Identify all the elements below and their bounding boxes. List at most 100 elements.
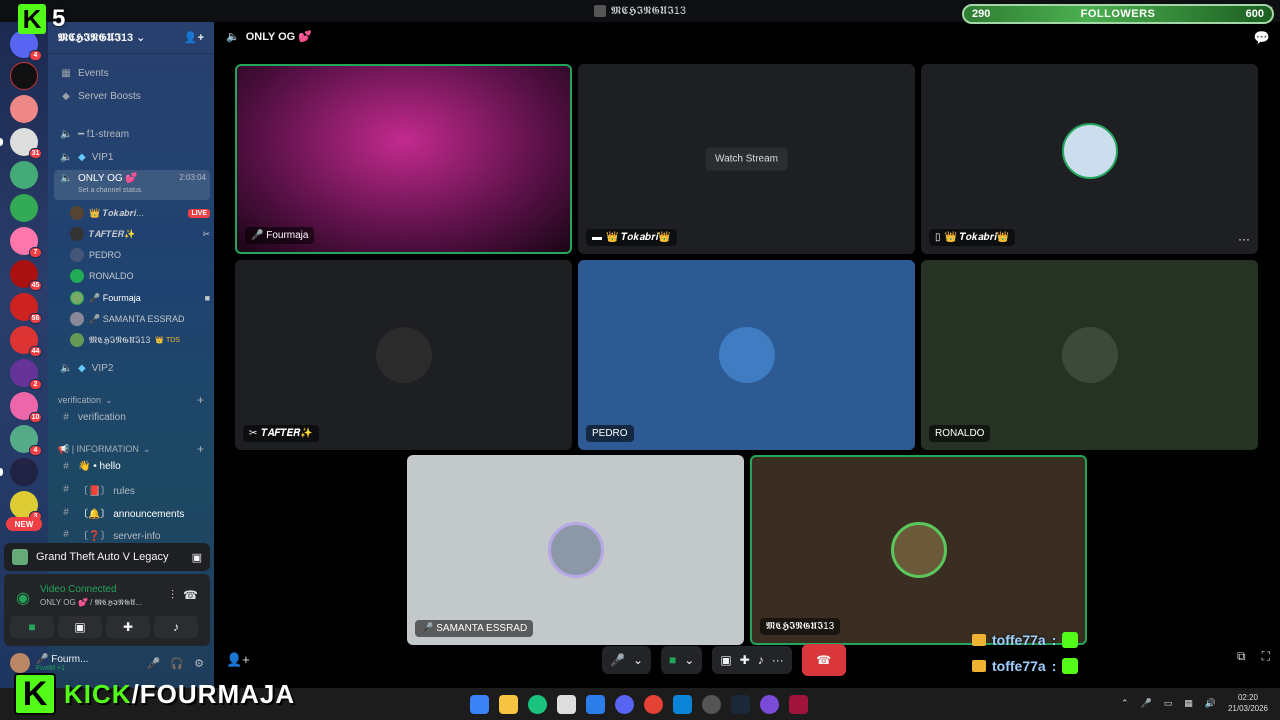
app-icon[interactable]	[789, 694, 808, 714]
voice-member[interactable]: 🎤 SAMANTA ESSRAD	[70, 309, 210, 329]
video-tile-fourmaja[interactable]: 🎤 Fourmaja	[235, 64, 572, 254]
hang-up-button[interactable]: ☎	[801, 644, 846, 676]
popout-icon[interactable]: ⧉	[1237, 649, 1246, 664]
text-channel-hello[interactable]: # 👋 • hello	[54, 456, 210, 476]
obs-icon[interactable]	[702, 694, 721, 714]
category-verification[interactable]: verification ⌄ +	[58, 393, 204, 407]
video-tile-mchin[interactable]: 𝕸𝕮𝕳𝕴𝕹𝕲𝖀𝕴13	[750, 455, 1087, 645]
server-icon[interactable]: 56	[10, 293, 42, 324]
soundboard-icon: ♪	[173, 620, 179, 634]
server-icon[interactable]: 3	[10, 491, 42, 522]
camera-button[interactable]: ■	[10, 616, 54, 638]
fullscreen-icon[interactable]: ⛶	[1262, 649, 1270, 664]
network-icon[interactable]: ▦	[1184, 698, 1193, 709]
chatgpt-icon[interactable]	[528, 694, 547, 714]
events-item[interactable]: ▦ Events	[54, 63, 210, 83]
invite-to-voice-icon[interactable]: 👤+	[226, 652, 250, 668]
server-icon[interactable]	[10, 194, 38, 222]
display-icon[interactable]: ▭	[1164, 698, 1173, 709]
category-information[interactable]: 📢 | INFORMATION ⌄ +	[58, 442, 204, 456]
voice-channel-vip1[interactable]: 🔈 ◆ VIP1	[54, 147, 210, 167]
voice-channel-vip2[interactable]: 🔈 ◆ VIP2	[54, 358, 210, 378]
gear-icon[interactable]: ⚙	[194, 657, 204, 670]
outlook-icon[interactable]	[586, 694, 605, 714]
video-tile-tafter[interactable]: ✂ 𝑻𝑨𝑭𝑻𝑬𝑹✨	[235, 260, 572, 450]
server-icon[interactable]	[10, 62, 38, 90]
server-icon[interactable]	[10, 458, 38, 486]
chevron-down-icon[interactable]: ⌄	[633, 653, 643, 667]
text-channel-verification[interactable]: # verification	[54, 407, 210, 427]
server-icon[interactable]: 31	[10, 128, 42, 159]
add-channel-icon[interactable]: +	[197, 442, 204, 456]
voice-member[interactable]: PEDRO	[70, 245, 210, 265]
server-icon[interactable]: 2	[10, 359, 42, 390]
channel-label: VIP2	[91, 362, 114, 374]
avatar[interactable]	[10, 653, 30, 673]
server-icon[interactable]: 4	[10, 425, 42, 456]
chevron-down-icon[interactable]: ⌄	[684, 653, 694, 667]
mic-icon[interactable]: 🎤	[147, 657, 161, 670]
server-icon[interactable]: 44	[10, 326, 42, 357]
screen-share-icon[interactable]: ▣	[720, 653, 731, 667]
steam-icon[interactable]	[731, 694, 750, 714]
server-icon[interactable]	[10, 161, 38, 189]
screen-share-button[interactable]: ▣	[58, 616, 102, 638]
avatar	[70, 333, 84, 347]
headphones-icon[interactable]: 🎧	[170, 657, 184, 670]
voice-channel-only-og[interactable]: 🔈 ONLY OG 💕 Set a channel status 2:03:04	[54, 170, 210, 200]
text-channel-announcements[interactable]: # 〔🔔〕 announcements	[54, 502, 210, 522]
volume-icon[interactable]: 🔊	[1205, 698, 1216, 709]
text-channel-server-info[interactable]: # 〔❓〕 server-info	[54, 524, 210, 544]
camera-button[interactable]: ■ ⌄	[661, 646, 703, 674]
voice-member[interactable]: 𝑻𝑨𝑭𝑻𝑬𝑹✨ ✂	[70, 224, 210, 244]
stream-tile-tokabri[interactable]: Watch Stream ▬ 👑 𝑻𝒐𝒌𝒂𝒃𝒓𝒊👑	[578, 64, 915, 254]
server-icon[interactable]: 45	[10, 260, 42, 291]
chrome-icon[interactable]	[644, 694, 663, 714]
channel-status-prompt[interactable]: Set a channel status	[78, 187, 141, 194]
voice-member[interactable]: 🎤 Fourmaja ■	[70, 288, 210, 308]
invite-people-icon[interactable]: 👤+	[184, 31, 204, 44]
video-tile-tokabri[interactable]: ▯ 👑 𝑻𝒐𝒌𝒂𝒃𝒓𝒊👑 ···	[921, 64, 1258, 254]
activity-panel[interactable]: Grand Theft Auto V Legacy ▣	[4, 543, 210, 571]
mention-badge: 10	[29, 412, 42, 423]
store-icon[interactable]	[557, 694, 576, 714]
mic-button[interactable]: 🎤 ⌄	[602, 646, 652, 674]
member-name: 🎤 SAMANTA ESSRAD	[89, 313, 185, 324]
voice-status[interactable]: Video Connected	[40, 584, 117, 595]
more-options-icon[interactable]: ···	[1238, 232, 1250, 246]
voice-member[interactable]: 𝕸𝕮𝕳𝕴𝕹𝕲𝖀𝕴13 👑 TDS	[70, 330, 210, 350]
soundboard-button[interactable]: ♪	[154, 616, 198, 638]
chevron-up-icon[interactable]: ⌃	[1121, 698, 1129, 709]
hash-icon: #	[63, 411, 69, 423]
text-channel-rules[interactable]: # 〔📕〕 rules	[54, 479, 210, 499]
start-icon[interactable]	[470, 694, 489, 714]
more-options-icon[interactable]: ···	[772, 653, 784, 667]
noise-suppression-icon[interactable]: ⫶	[171, 588, 174, 603]
app-icon[interactable]	[673, 694, 692, 714]
voice-channel-f1-stream[interactable]: 🔈 ━ f1-stream	[54, 124, 210, 144]
video-tile-samanta[interactable]: 🎤 SAMANTA ESSRAD	[407, 455, 744, 645]
voice-member[interactable]: RONALDO	[70, 266, 210, 286]
activities-icon[interactable]: ✚	[740, 653, 750, 667]
server-icon[interactable]: 7	[10, 227, 42, 258]
server-icon[interactable]	[10, 95, 38, 123]
server-boosts-item[interactable]: ◆ Server Boosts	[54, 86, 210, 106]
mic-icon[interactable]: 🎤	[1140, 698, 1151, 709]
disconnect-icon[interactable]: ☎	[183, 588, 198, 602]
chat-icon[interactable]: 💬	[1254, 30, 1270, 46]
watch-stream-button[interactable]: Watch Stream	[705, 147, 788, 171]
app-icon[interactable]	[760, 694, 779, 714]
emote-icon	[1062, 658, 1079, 674]
discord-icon[interactable]	[615, 694, 634, 714]
voice-location[interactable]: ONLY OG 💕 / 𝕸𝕮𝕳𝕴𝕹𝕲𝖀...	[40, 598, 142, 608]
server-icon[interactable]: 10	[10, 392, 42, 423]
file-explorer-icon[interactable]	[499, 694, 518, 714]
soundboard-icon[interactable]: ♪	[758, 653, 764, 667]
video-tile-pedro[interactable]: PEDRO	[578, 260, 915, 450]
add-channel-icon[interactable]: +	[197, 393, 204, 407]
activities-button[interactable]: ✚	[106, 616, 150, 638]
voice-member[interactable]: 👑 𝑻𝒐𝒌𝒂𝒃𝒓𝒊... LIVE	[70, 203, 210, 223]
stream-game-icon[interactable]: ▣	[192, 551, 202, 564]
clock[interactable]: 02:20 21/03/2026	[1228, 692, 1268, 714]
video-tile-ronaldo[interactable]: RONALDO	[921, 260, 1258, 450]
